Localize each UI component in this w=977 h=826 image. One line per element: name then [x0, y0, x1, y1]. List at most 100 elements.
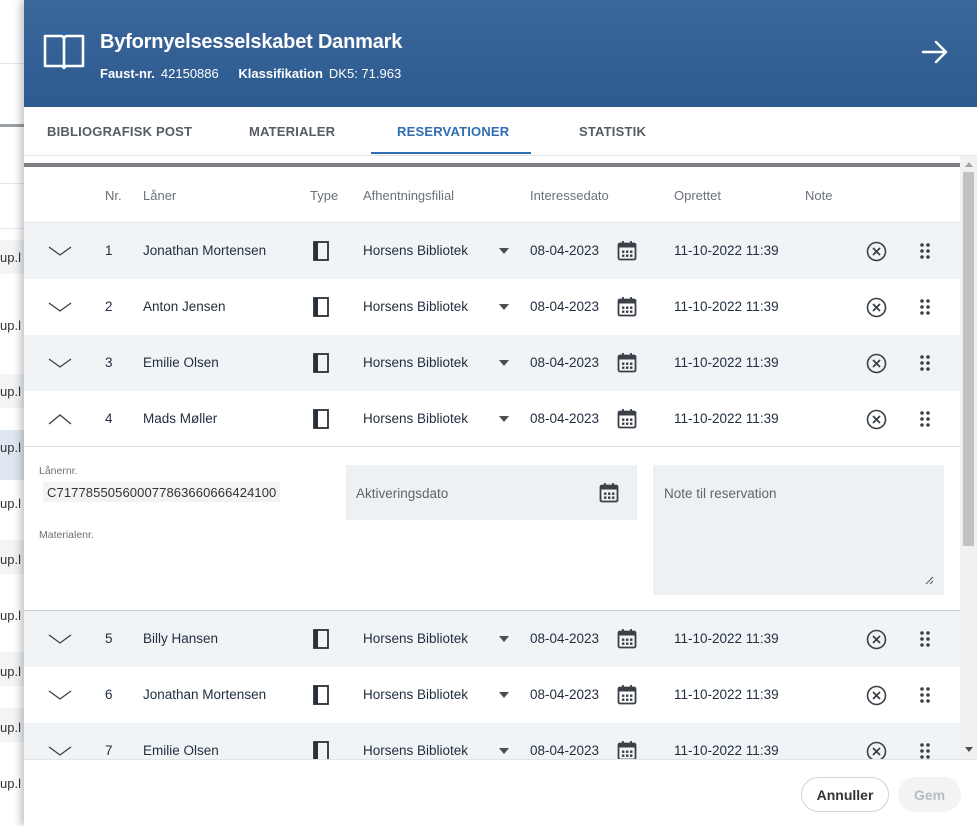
row-interessedato[interactable]: 08-04-2023: [530, 355, 599, 370]
faust-value: 42150886: [160, 66, 219, 81]
bg-row-text: up.l: [0, 608, 21, 623]
delete-circle-icon[interactable]: [866, 741, 887, 759]
filial-dropdown-arrow-icon[interactable]: [499, 748, 509, 754]
table-row[interactable]: 4 Mads Møller Horsens Bibliotek 08-04-2023 1…: [24, 391, 960, 447]
klassifikation-label: Klassifikation: [238, 66, 323, 81]
delete-circle-icon[interactable]: [866, 629, 887, 650]
header-note: Note: [805, 188, 833, 203]
vertical-scrollbar[interactable]: [960, 156, 977, 760]
drag-handle-icon[interactable]: [919, 742, 931, 759]
background-page: up.l up.l up.l up.l up.l up.l up.l up.l …: [0, 0, 24, 826]
bg-row-text: up.l: [0, 720, 21, 735]
save-button[interactable]: Gem: [898, 777, 961, 812]
row-laaner: Mads Møller: [143, 411, 218, 426]
record-meta: Faust-nr. 42150886 Klassifikation DK5: 71.…: [100, 66, 417, 81]
row-nr: 4: [105, 411, 113, 426]
aktiveringsdato-field[interactable]: Aktiveringsdato: [346, 465, 637, 520]
chevron-down-icon[interactable]: [48, 357, 72, 369]
delete-circle-icon[interactable]: [866, 685, 887, 706]
filial-dropdown-arrow-icon[interactable]: [499, 304, 509, 310]
table-row[interactable]: 2 Anton Jensen Horsens Bibliotek 08-04-2023…: [24, 279, 960, 335]
row-interessedato[interactable]: 08-04-2023: [530, 299, 599, 314]
arrow-right-icon[interactable]: [921, 39, 949, 65]
table-row[interactable]: 5 Billy Hansen Horsens Bibliotek 08-04-2023…: [24, 611, 960, 667]
chevron-down-icon[interactable]: [48, 689, 72, 701]
row-interessedato[interactable]: 08-04-2023: [530, 631, 599, 646]
calendar-icon[interactable]: [617, 628, 637, 650]
table-row[interactable]: 7 Emilie Olsen Horsens Bibliotek 08-04-2023…: [24, 723, 960, 759]
delete-circle-icon[interactable]: [866, 241, 887, 262]
row-nr: 6: [105, 687, 113, 702]
delete-circle-icon[interactable]: [866, 297, 887, 318]
tab-statistik[interactable]: STATISTIK: [579, 124, 646, 139]
delete-circle-icon[interactable]: [866, 353, 887, 374]
table-row[interactable]: 1 Jonathan Mortensen Horsens Bibliotek 08-0…: [24, 223, 960, 279]
cancel-button[interactable]: Annuller: [801, 777, 889, 812]
scrollbar-thumb[interactable]: [963, 172, 974, 546]
bg-divider: [0, 63, 24, 64]
filial-dropdown-arrow-icon[interactable]: [499, 692, 509, 698]
chevron-down-icon[interactable]: [48, 301, 72, 313]
filial-dropdown-arrow-icon[interactable]: [499, 360, 509, 366]
note-textarea[interactable]: Note til reservation: [653, 465, 944, 595]
materialenr-label: Materialenr.: [39, 529, 94, 541]
filial-dropdown-arrow-icon[interactable]: [499, 636, 509, 642]
row-oprettet: 11-10-2022 11:39: [674, 411, 779, 426]
row-filial[interactable]: Horsens Bibliotek: [363, 299, 468, 314]
chevron-down-icon[interactable]: [48, 245, 72, 257]
row-filial[interactable]: Horsens Bibliotek: [363, 687, 468, 702]
header-laaner: Låner: [143, 188, 177, 203]
scroll-down-arrow-icon[interactable]: [965, 747, 973, 752]
delete-circle-icon[interactable]: [866, 409, 887, 430]
tab-bibliografisk-post[interactable]: BIBLIOGRAFISK POST: [47, 124, 192, 139]
row-interessedato[interactable]: 08-04-2023: [530, 743, 599, 758]
resize-grip-icon[interactable]: [925, 576, 934, 585]
chevron-down-icon[interactable]: [48, 745, 72, 757]
calendar-icon[interactable]: [599, 482, 619, 504]
dialog-footer: Annuller Gem: [24, 759, 977, 826]
dialog-header: Byfornyelsesselskabet Danmark Faust-nr. 4…: [24, 0, 977, 107]
tab-materialer[interactable]: MATERIALER: [249, 124, 335, 139]
calendar-icon[interactable]: [617, 740, 637, 759]
row-laaner: Jonathan Mortensen: [143, 243, 267, 258]
row-nr: 3: [105, 355, 113, 370]
aktiveringsdato-placeholder: Aktiveringsdato: [356, 486, 449, 501]
row-oprettet: 11-10-2022 11:39: [674, 687, 779, 702]
row-interessedato[interactable]: 08-04-2023: [530, 687, 599, 702]
drag-handle-icon[interactable]: [919, 686, 931, 704]
row-filial[interactable]: Horsens Bibliotek: [363, 411, 468, 426]
calendar-icon[interactable]: [617, 352, 637, 374]
drag-handle-icon[interactable]: [919, 242, 931, 260]
scroll-up-arrow-icon[interactable]: [965, 162, 973, 167]
calendar-icon[interactable]: [617, 240, 637, 262]
book-type-icon: [313, 629, 329, 649]
row-filial[interactable]: Horsens Bibliotek: [363, 631, 468, 646]
row-interessedato[interactable]: 08-04-2023: [530, 411, 599, 426]
record-title: Byfornyelsesselskabet Danmark: [100, 31, 403, 53]
chevron-up-icon[interactable]: [48, 413, 72, 425]
row-interessedato[interactable]: 08-04-2023: [530, 243, 599, 258]
drag-handle-icon[interactable]: [919, 410, 931, 428]
row-laaner: Jonathan Mortensen: [143, 687, 267, 702]
table-row[interactable]: 3 Emilie Olsen Horsens Bibliotek 08-04-2023…: [24, 335, 960, 391]
tab-reservationer[interactable]: RESERVATIONER: [397, 124, 509, 139]
bg-divider: [0, 124, 24, 127]
drag-handle-icon[interactable]: [919, 630, 931, 648]
table-row[interactable]: 6 Jonathan Mortensen Horsens Bibliotek 08-0…: [24, 667, 960, 723]
reservation-dialog: Byfornyelsesselskabet Danmark Faust-nr. 4…: [24, 0, 977, 826]
chevron-down-icon[interactable]: [48, 633, 72, 645]
row-filial[interactable]: Horsens Bibliotek: [363, 355, 468, 370]
drag-handle-icon[interactable]: [919, 298, 931, 316]
filial-dropdown-arrow-icon[interactable]: [499, 416, 509, 422]
calendar-icon[interactable]: [617, 408, 637, 430]
filial-dropdown-arrow-icon[interactable]: [499, 248, 509, 254]
header-nr: Nr.: [105, 188, 122, 203]
row-filial[interactable]: Horsens Bibliotek: [363, 743, 468, 758]
drag-handle-icon[interactable]: [919, 354, 931, 372]
calendar-icon[interactable]: [617, 296, 637, 318]
reservation-detail-panel: Lånernr. C71778550560007786366066642410​…: [24, 449, 960, 611]
row-nr: 1: [105, 243, 113, 258]
row-filial[interactable]: Horsens Bibliotek: [363, 243, 468, 258]
calendar-icon[interactable]: [617, 684, 637, 706]
laanernr-value: C71778550560007786366066642410​0: [43, 482, 281, 502]
